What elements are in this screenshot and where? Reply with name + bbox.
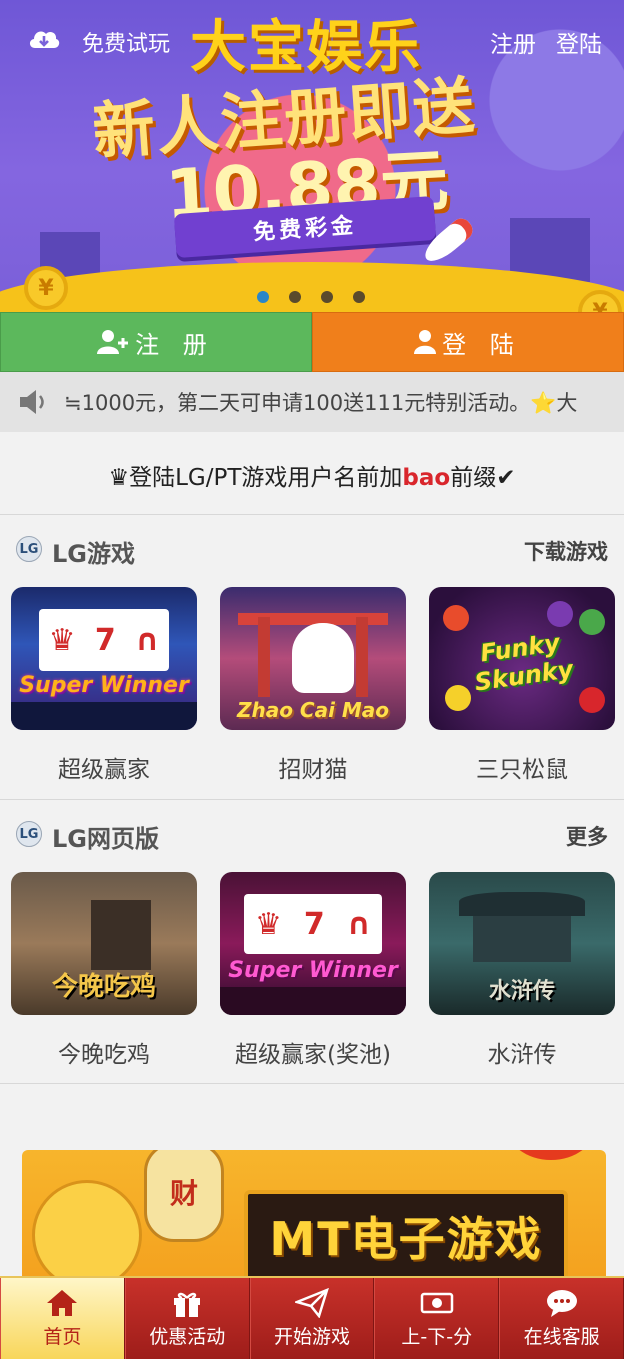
speaker-icon (20, 390, 44, 414)
game-card[interactable]: Funky Skunky 三只松鼠 (429, 587, 615, 784)
carousel-dot[interactable] (353, 291, 365, 303)
slot-reels: ♛ 7 ∩ (244, 894, 382, 954)
username-prefix-notice: ♛登陆LG/PT游戏用户名前加bao前缀✔ (108, 465, 516, 491)
lg-logo-icon: LG (16, 821, 42, 847)
game-thumbnail[interactable]: 水浒传 (429, 872, 615, 1015)
announcement-bar[interactable]: ≒1000元，第二天可申请100送111元特别活动。⭐大 (0, 372, 624, 432)
mt-banner-title: MT电子游戏 (269, 1212, 543, 1266)
game-thumbnail[interactable]: Zhao Cai Mao (220, 587, 406, 730)
carousel-dot[interactable] (289, 291, 301, 303)
register-button[interactable]: 注 册 (0, 312, 312, 372)
game-thumbnail[interactable]: ♛ 7 ∩ Super Winner (11, 587, 197, 730)
game-thumbnail[interactable]: Funky Skunky (429, 587, 615, 730)
auth-buttons: 注 册 登 陆 (0, 312, 624, 372)
section-header-lg-web: LG LG网页版 更多 (0, 815, 624, 855)
temple-hall (473, 916, 571, 962)
slot-panel (220, 987, 406, 1015)
carousel-dot[interactable] (257, 291, 269, 303)
user-plus-icon (97, 330, 129, 354)
star-icon: ⭐ (530, 391, 557, 415)
check-icon: ✔ (496, 465, 516, 491)
game-name[interactable]: 三只松鼠 (429, 750, 615, 784)
paper-plane-icon (294, 1288, 329, 1318)
nav-label: 开始游戏 (273, 1326, 350, 1348)
register-link[interactable]: 注册 (490, 25, 536, 59)
prefix-highlight: bao (402, 465, 451, 491)
game-card[interactable]: ♛ 7 ∩ Super Winner 超级赢家 (11, 587, 197, 784)
login-link[interactable]: 登陆 (556, 25, 602, 59)
more-link[interactable]: 更多 (566, 821, 608, 851)
carousel-dots (257, 291, 365, 303)
lucky-cat-figure (32, 1180, 142, 1290)
nav-customer-service[interactable]: 在线客服 (499, 1278, 624, 1359)
money-bill-icon (420, 1292, 454, 1314)
home-icon (47, 1290, 78, 1316)
game-name[interactable]: 招财猫 (220, 750, 406, 784)
nav-deposit-withdraw[interactable]: 上-下-分 (374, 1278, 500, 1359)
nav-label: 首页 (43, 1326, 82, 1348)
tower-shape (91, 900, 151, 970)
login-button-label: 登 陆 (442, 330, 522, 359)
fruit-icon (443, 605, 469, 631)
game-name[interactable]: 水浒传 (429, 1035, 615, 1069)
torii-post (258, 617, 270, 697)
coin-icon: ¥ (24, 266, 68, 310)
nav-start-game[interactable]: 开始游戏 (249, 1278, 375, 1359)
torii-post (356, 617, 368, 697)
game-card[interactable]: ♛ 7 ∩ Super Winner 超级赢家(奖池) (220, 872, 406, 1069)
divider (0, 799, 624, 800)
bottom-nav: 首页 优惠活动 开始游戏 上-下-分 在线客服 (0, 1276, 624, 1359)
free-trial-link[interactable]: 免费试玩 (82, 26, 170, 58)
cloud-download-icon[interactable] (27, 24, 61, 54)
nav-home[interactable]: 首页 (0, 1278, 125, 1359)
nav-label: 优惠活动 (149, 1326, 226, 1348)
mt-title-board: MT电子游戏 (244, 1190, 568, 1282)
game-card[interactable]: 今晚吃鸡 今晚吃鸡 (11, 872, 197, 1069)
carousel-dot[interactable] (321, 291, 333, 303)
fruit-icon (547, 601, 573, 627)
lg-logo-icon: LG (16, 536, 42, 562)
lucky-cat-figure (292, 623, 354, 693)
section-title: LG游戏 (52, 540, 135, 568)
game-name[interactable]: 今晚吃鸡 (11, 1035, 197, 1069)
chat-icon (546, 1290, 577, 1317)
temple-roof (459, 892, 585, 916)
nav-label: 在线客服 (523, 1326, 600, 1348)
user-icon (414, 330, 437, 354)
top-bar: 免费试玩 注册 登陆 (0, 0, 624, 80)
nav-label: 上-下-分 (401, 1326, 473, 1348)
divider (0, 514, 624, 515)
fruit-icon (579, 687, 605, 713)
game-name[interactable]: 超级赢家 (11, 750, 197, 784)
crown-icon: ♛ (108, 465, 130, 491)
nav-promotions[interactable]: 优惠活动 (124, 1278, 250, 1359)
register-button-label: 注 册 (135, 330, 215, 359)
game-thumbnail[interactable]: 今晚吃鸡 (11, 872, 197, 1015)
gift-icon (174, 1292, 201, 1317)
magic-lamp-icon (506, 1150, 596, 1160)
lantern-icon: 财 (144, 1150, 224, 1242)
slot-reels: ♛ 7 ∩ (39, 609, 169, 671)
section-header-lg-games: LG LG游戏 下载游戏 (0, 530, 624, 570)
divider (0, 1083, 624, 1084)
announcement-text: ≒1000元，第二天可申请100送111元特别活动。⭐大 (64, 391, 578, 415)
slot-panel (11, 702, 197, 730)
section-title: LG网页版 (52, 825, 159, 853)
game-card[interactable]: Zhao Cai Mao 招财猫 (220, 587, 406, 784)
game-name[interactable]: 超级赢家(奖池) (220, 1035, 406, 1069)
game-thumbnail[interactable]: ♛ 7 ∩ Super Winner (220, 872, 406, 1015)
game-card[interactable]: 水浒传 水浒传 (429, 872, 615, 1069)
login-button[interactable]: 登 陆 (312, 312, 624, 372)
download-games-link[interactable]: 下载游戏 (524, 536, 608, 566)
